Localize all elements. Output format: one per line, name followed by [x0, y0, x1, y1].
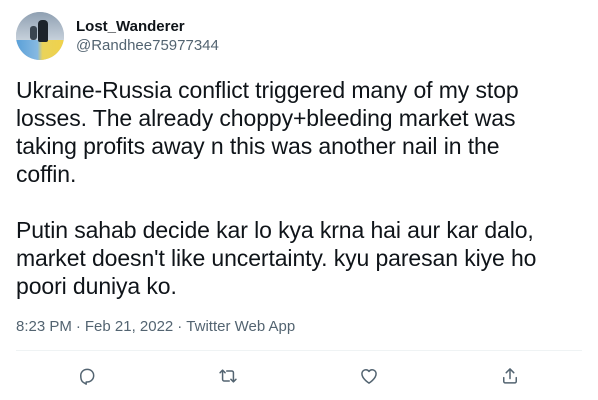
like-button[interactable]	[351, 358, 387, 394]
reply-icon	[80, 368, 95, 385]
tweet-header: Lost_Wanderer @Randhee75977344	[16, 12, 219, 60]
action-bar	[0, 358, 598, 394]
share-icon	[503, 368, 517, 384]
tweet-source[interactable]: Twitter Web App	[186, 317, 295, 337]
retweet-button[interactable]	[210, 358, 246, 394]
retweet-icon	[219, 369, 237, 383]
meta-separator: ·	[75, 318, 81, 335]
display-name[interactable]: Lost_Wanderer	[76, 17, 219, 36]
avatar[interactable]	[16, 12, 64, 60]
tweet-text: Ukraine-Russia conflict triggered many o…	[16, 77, 537, 299]
divider	[16, 350, 582, 351]
tweet-time[interactable]: 8:23 PM	[16, 317, 72, 337]
reply-button[interactable]	[69, 358, 105, 394]
tweet-meta: 8:23 PM · Feb 21, 2022 · Twitter Web App	[16, 317, 295, 337]
share-button[interactable]	[492, 358, 528, 394]
author-names: Lost_Wanderer @Randhee75977344	[76, 17, 219, 55]
tweet-date[interactable]: Feb 21, 2022	[85, 317, 173, 337]
like-icon	[361, 369, 377, 384]
user-handle[interactable]: @Randhee75977344	[76, 36, 219, 55]
meta-separator: ·	[177, 318, 183, 335]
tweet-card: Lost_Wanderer @Randhee75977344 Ukraine-R…	[0, 0, 598, 400]
